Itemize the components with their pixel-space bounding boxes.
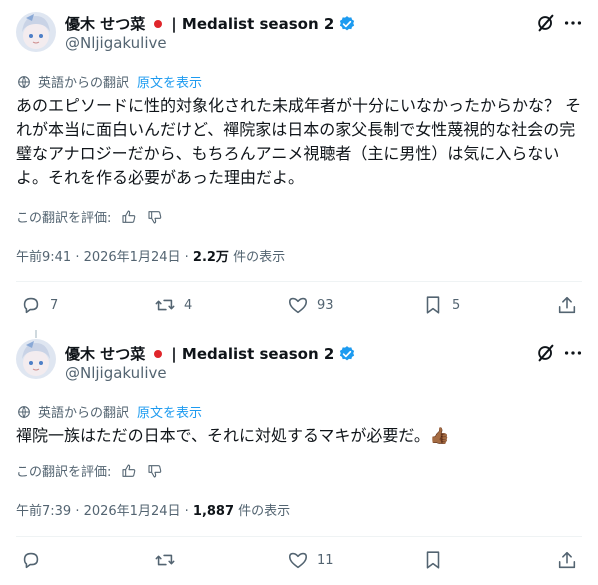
rate-translation-row: この翻訳を評価: bbox=[16, 461, 163, 480]
reply-icon bbox=[23, 552, 39, 569]
retweet-button[interactable]: 4 bbox=[154, 294, 192, 316]
name-suffix[interactable]: | Medalist season 2 bbox=[171, 345, 334, 363]
timestamp[interactable]: 午前9:41 · 2026年1月24日 · bbox=[16, 250, 189, 265]
tweet-1[interactable]: 優木 せつ菜 | Medalist season 2 @Nljigakulive… bbox=[0, 0, 598, 330]
bookmark-button[interactable] bbox=[422, 549, 452, 571]
view-count: 1,887 bbox=[192, 504, 235, 519]
retweet-icon bbox=[155, 554, 175, 566]
bookmark-count: 5 bbox=[452, 297, 461, 313]
avatar[interactable] bbox=[16, 339, 56, 379]
bookmark-icon bbox=[426, 551, 440, 569]
divider bbox=[16, 536, 582, 537]
like-button[interactable]: 93 bbox=[287, 294, 334, 316]
timestamp[interactable]: 午前7:39 · 2026年1月24日 · bbox=[16, 504, 189, 519]
like-count: 11 bbox=[317, 552, 334, 568]
author-name-row[interactable]: 優木 せつ菜 | Medalist season 2 bbox=[65, 343, 356, 364]
rate-translation-row: この翻訳を評価: bbox=[16, 207, 163, 226]
show-original-link[interactable]: 原文を表示 bbox=[137, 72, 202, 91]
author-name-row[interactable]: 優木 せつ菜 | Medalist season 2 bbox=[65, 13, 356, 34]
japan-flag-icon bbox=[151, 17, 165, 31]
views-label: 件の表示 bbox=[233, 250, 286, 265]
name-suffix[interactable]: | Medalist season 2 bbox=[171, 15, 334, 33]
tweet-meta: 午前9:41 · 2026年1月24日 · 2.2万 件の表示 bbox=[16, 246, 285, 265]
reply-button[interactable] bbox=[20, 549, 50, 571]
share-button[interactable] bbox=[556, 294, 578, 316]
bookmark-button[interactable]: 5 bbox=[422, 294, 460, 316]
share-icon bbox=[558, 551, 576, 569]
thumb-down-icon[interactable] bbox=[147, 463, 163, 479]
action-bar: 11 bbox=[0, 549, 598, 573]
thumb-up-icon[interactable] bbox=[121, 209, 137, 225]
tweet-2[interactable]: 優木 せつ菜 | Medalist season 2 @Nljigakulive… bbox=[0, 330, 598, 585]
retweet-count: 4 bbox=[184, 297, 193, 313]
handle[interactable]: @Nljigakulive bbox=[65, 34, 167, 52]
grok-icon[interactable] bbox=[535, 342, 557, 364]
translate-icon bbox=[18, 75, 30, 88]
share-button[interactable] bbox=[556, 549, 578, 571]
translation-notice: 英語からの翻訳 原文を表示 bbox=[16, 402, 202, 421]
rate-translation-label: この翻訳を評価: bbox=[16, 465, 112, 480]
translated-from-label: 英語からの翻訳 bbox=[38, 406, 130, 421]
translation-notice: 英語からの翻訳 原文を表示 bbox=[16, 72, 202, 91]
thumb-up-icon[interactable] bbox=[121, 463, 137, 479]
action-bar: 7 4 93 5 bbox=[0, 294, 598, 318]
share-icon bbox=[558, 296, 576, 314]
avatar[interactable] bbox=[16, 12, 56, 52]
verified-badge-icon bbox=[340, 345, 355, 360]
verified-badge-icon bbox=[340, 15, 355, 30]
reply-count: 7 bbox=[50, 297, 59, 313]
reply-button[interactable]: 7 bbox=[20, 294, 58, 316]
display-name[interactable]: 優木 せつ菜 bbox=[65, 13, 145, 34]
japan-flag-icon bbox=[151, 347, 165, 361]
translate-icon bbox=[18, 405, 30, 418]
tweet-text: 禪院一族はただの日本で、それに対処するマキが必要だ。👍🏾 bbox=[16, 426, 450, 445]
like-button[interactable]: 11 bbox=[287, 549, 334, 571]
divider bbox=[16, 281, 582, 282]
tweet-text: あのエピソードに性的対象化された未成年者が十分にいなかったからかな？ それが本当… bbox=[16, 96, 582, 187]
thumb-down-icon[interactable] bbox=[147, 209, 163, 225]
heart-icon bbox=[288, 297, 308, 314]
display-name[interactable]: 優木 せつ菜 bbox=[65, 343, 145, 364]
more-icon[interactable] bbox=[562, 342, 584, 364]
show-original-link[interactable]: 原文を表示 bbox=[137, 402, 202, 421]
grok-icon[interactable] bbox=[535, 12, 557, 34]
views-label: 件の表示 bbox=[238, 504, 291, 519]
retweet-icon bbox=[155, 299, 175, 311]
view-count: 2.2万 bbox=[192, 250, 229, 265]
tweet-meta: 午前7:39 · 2026年1月24日 · 1,887 件の表示 bbox=[16, 500, 290, 519]
like-count: 93 bbox=[317, 297, 334, 313]
rate-translation-label: この翻訳を評価: bbox=[16, 211, 112, 226]
bookmark-icon bbox=[426, 296, 440, 314]
heart-icon bbox=[288, 552, 308, 569]
more-icon[interactable] bbox=[562, 12, 584, 34]
translated-from-label: 英語からの翻訳 bbox=[38, 76, 130, 91]
reply-icon bbox=[23, 297, 39, 314]
handle[interactable]: @Nljigakulive bbox=[65, 364, 167, 382]
retweet-button[interactable] bbox=[154, 549, 184, 571]
thread-line bbox=[35, 330, 37, 338]
